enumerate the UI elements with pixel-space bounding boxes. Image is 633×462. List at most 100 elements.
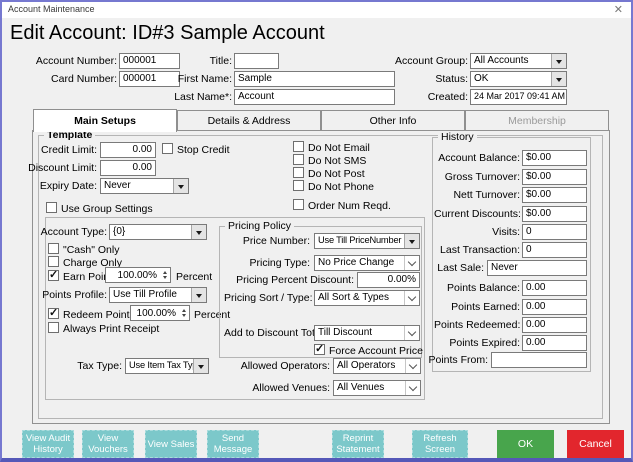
- do-not-post-checkbox[interactable]: [293, 167, 304, 178]
- points-from-label: Points From:: [422, 354, 488, 366]
- dropdown-chevron-icon[interactable]: [404, 291, 419, 305]
- tax-type-select[interactable]: Use Item Tax Type: [125, 358, 209, 374]
- cancel-button[interactable]: Cancel: [567, 430, 624, 458]
- account-number-input[interactable]: 000001: [119, 53, 180, 69]
- tab-main-setups[interactable]: Main Setups: [33, 109, 177, 132]
- last-transaction-value[interactable]: 0: [522, 242, 587, 258]
- account-balance-value[interactable]: $0.00: [522, 150, 587, 166]
- redeem-points-checkbox[interactable]: [48, 308, 59, 319]
- add-to-discount-total-label: Add to Discount Total:: [224, 327, 310, 339]
- credit-limit-label: Credit Limit:: [22, 144, 97, 156]
- nett-turnover-value[interactable]: $0.00: [522, 187, 587, 203]
- redeem-points-label: Redeem Points: [63, 309, 135, 321]
- always-print-receipt-checkbox[interactable]: [48, 322, 59, 333]
- view-audit-history-button[interactable]: View Audit History: [22, 430, 74, 458]
- points-redeemed-value[interactable]: 0.00: [522, 317, 587, 333]
- reprint-statement-button[interactable]: Reprint Statement: [332, 430, 384, 458]
- earn-points-percent-value: 100.00%: [106, 270, 159, 281]
- stepper-arrows-icon[interactable]: [159, 268, 170, 282]
- earn-points-percent-stepper[interactable]: 100.00%: [105, 267, 171, 283]
- redeem-points-percent-stepper[interactable]: 100.00%: [130, 305, 190, 321]
- pricing-sort-type-select[interactable]: All Sort & Types: [314, 290, 420, 306]
- discount-limit-input[interactable]: 0.00: [100, 160, 156, 176]
- points-earned-value[interactable]: 0.00: [522, 299, 587, 315]
- current-discounts-label: Current Discounts:: [434, 208, 520, 220]
- title-input[interactable]: [234, 53, 279, 69]
- dropdown-arrow-icon[interactable]: [193, 359, 208, 373]
- dropdown-chevron-icon[interactable]: [405, 381, 420, 395]
- force-account-price-checkbox[interactable]: [314, 344, 325, 355]
- nett-turnover-label: Nett Turnover:: [434, 189, 520, 201]
- tax-type-value: Use Item Tax Type: [126, 359, 193, 373]
- dropdown-arrow-icon[interactable]: [404, 234, 419, 248]
- do-not-sms-checkbox[interactable]: [293, 154, 304, 165]
- redeem-points-percent-value: 100.00%: [131, 308, 178, 319]
- gross-turnover-value[interactable]: $0.00: [522, 169, 587, 185]
- tab-other-info[interactable]: Other Info: [321, 110, 465, 131]
- do-not-email-checkbox[interactable]: [293, 141, 304, 152]
- force-account-price-label: Force Account Price: [329, 345, 423, 357]
- points-balance-value[interactable]: 0.00: [522, 280, 587, 296]
- allowed-venues-select[interactable]: All Venues: [333, 380, 421, 396]
- dropdown-arrow-icon[interactable]: [551, 72, 566, 86]
- points-profile-select[interactable]: Use Till Profile: [109, 287, 207, 303]
- account-maintenance-window: Account Maintenance ✕ Edit Account: ID#3…: [0, 0, 633, 462]
- last-sale-label: Last Sale:: [422, 262, 484, 274]
- points-balance-label: Points Balance:: [434, 282, 520, 294]
- dropdown-arrow-icon[interactable]: [191, 225, 206, 239]
- view-sales-button[interactable]: View Sales: [145, 430, 197, 458]
- dropdown-arrow-icon[interactable]: [191, 288, 206, 302]
- dropdown-arrow-icon[interactable]: [173, 179, 188, 193]
- account-type-value: {0}: [110, 225, 191, 239]
- points-from-value[interactable]: [491, 352, 587, 368]
- dropdown-chevron-icon[interactable]: [405, 359, 420, 373]
- view-vouchers-button[interactable]: View Vouchers: [82, 430, 134, 458]
- first-name-label: First Name:: [174, 73, 232, 85]
- close-icon[interactable]: ✕: [614, 3, 623, 16]
- title-label: Title:: [182, 55, 232, 67]
- pricing-type-select[interactable]: No Price Change: [314, 255, 420, 271]
- price-number-select[interactable]: Use Till PriceNumber: [314, 233, 420, 249]
- expiry-date-select[interactable]: Never: [100, 178, 189, 194]
- cash-only-checkbox[interactable]: [48, 243, 59, 254]
- credit-limit-input[interactable]: 0.00: [100, 142, 156, 158]
- visits-value[interactable]: 0: [522, 224, 587, 240]
- stepper-arrows-icon[interactable]: [178, 306, 189, 320]
- add-to-discount-total-select[interactable]: Till Discount: [314, 325, 420, 341]
- page-title: Edit Account: ID#3 Sample Account: [10, 22, 325, 45]
- allowed-operators-select[interactable]: All Operators: [333, 358, 421, 374]
- card-number-input[interactable]: 000001: [119, 71, 180, 87]
- stop-credit-checkbox[interactable]: [162, 143, 173, 154]
- pricing-policy-group-label: Pricing Policy: [225, 220, 294, 232]
- dropdown-chevron-icon[interactable]: [404, 256, 419, 270]
- created-value: 24 Mar 2017 09:41 AM: [470, 89, 567, 105]
- current-discounts-value[interactable]: $0.00: [522, 206, 587, 222]
- use-group-settings-checkbox[interactable]: [46, 202, 57, 213]
- add-to-discount-total-value: Till Discount: [315, 326, 404, 340]
- pricing-sort-type-label: Pricing Sort / Type:: [224, 292, 310, 304]
- points-expired-value[interactable]: 0.00: [522, 335, 587, 351]
- title-bar: Account Maintenance ✕: [2, 2, 631, 18]
- pricing-percent-discount-input[interactable]: 0.00%: [357, 272, 420, 288]
- account-type-label: Account Type:: [30, 226, 107, 238]
- send-message-button[interactable]: Send Message: [207, 430, 259, 458]
- ok-button[interactable]: OK: [497, 430, 554, 458]
- points-profile-label: Points Profile:: [30, 289, 107, 301]
- last-sale-value[interactable]: Never: [487, 260, 587, 276]
- tab-membership[interactable]: Membership: [465, 110, 609, 131]
- refresh-screen-button[interactable]: Refresh Screen: [412, 430, 468, 458]
- charge-only-checkbox[interactable]: [48, 256, 59, 267]
- earn-points-checkbox[interactable]: [48, 270, 59, 281]
- dropdown-arrow-icon[interactable]: [551, 54, 566, 68]
- do-not-phone-checkbox[interactable]: [293, 180, 304, 191]
- allowed-operators-value: All Operators: [334, 359, 405, 373]
- account-type-select[interactable]: {0}: [109, 224, 207, 240]
- tab-details-address[interactable]: Details & Address: [177, 110, 321, 131]
- account-group-select[interactable]: All Accounts: [470, 53, 567, 69]
- discount-limit-label: Discount Limit:: [22, 162, 97, 174]
- dropdown-chevron-icon[interactable]: [404, 326, 419, 340]
- order-num-reqd-checkbox[interactable]: [293, 199, 304, 210]
- cash-only-label: "Cash" Only: [63, 244, 119, 256]
- status-select[interactable]: OK: [470, 71, 567, 87]
- window-title: Account Maintenance: [8, 4, 95, 14]
